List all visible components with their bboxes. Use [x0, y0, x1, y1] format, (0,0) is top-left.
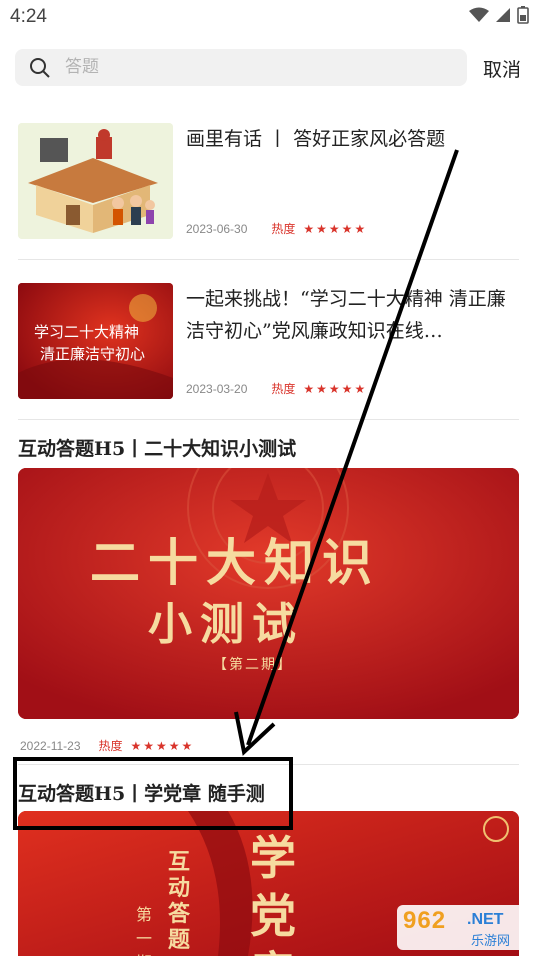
watermark-net: .NET — [467, 911, 504, 928]
annotation-highlight-box — [13, 757, 293, 830]
watermark-sub: 乐游网 — [471, 934, 511, 949]
watermark: 962 .NET 乐游网 — [397, 905, 530, 950]
watermark-number: 962 — [403, 907, 447, 934]
